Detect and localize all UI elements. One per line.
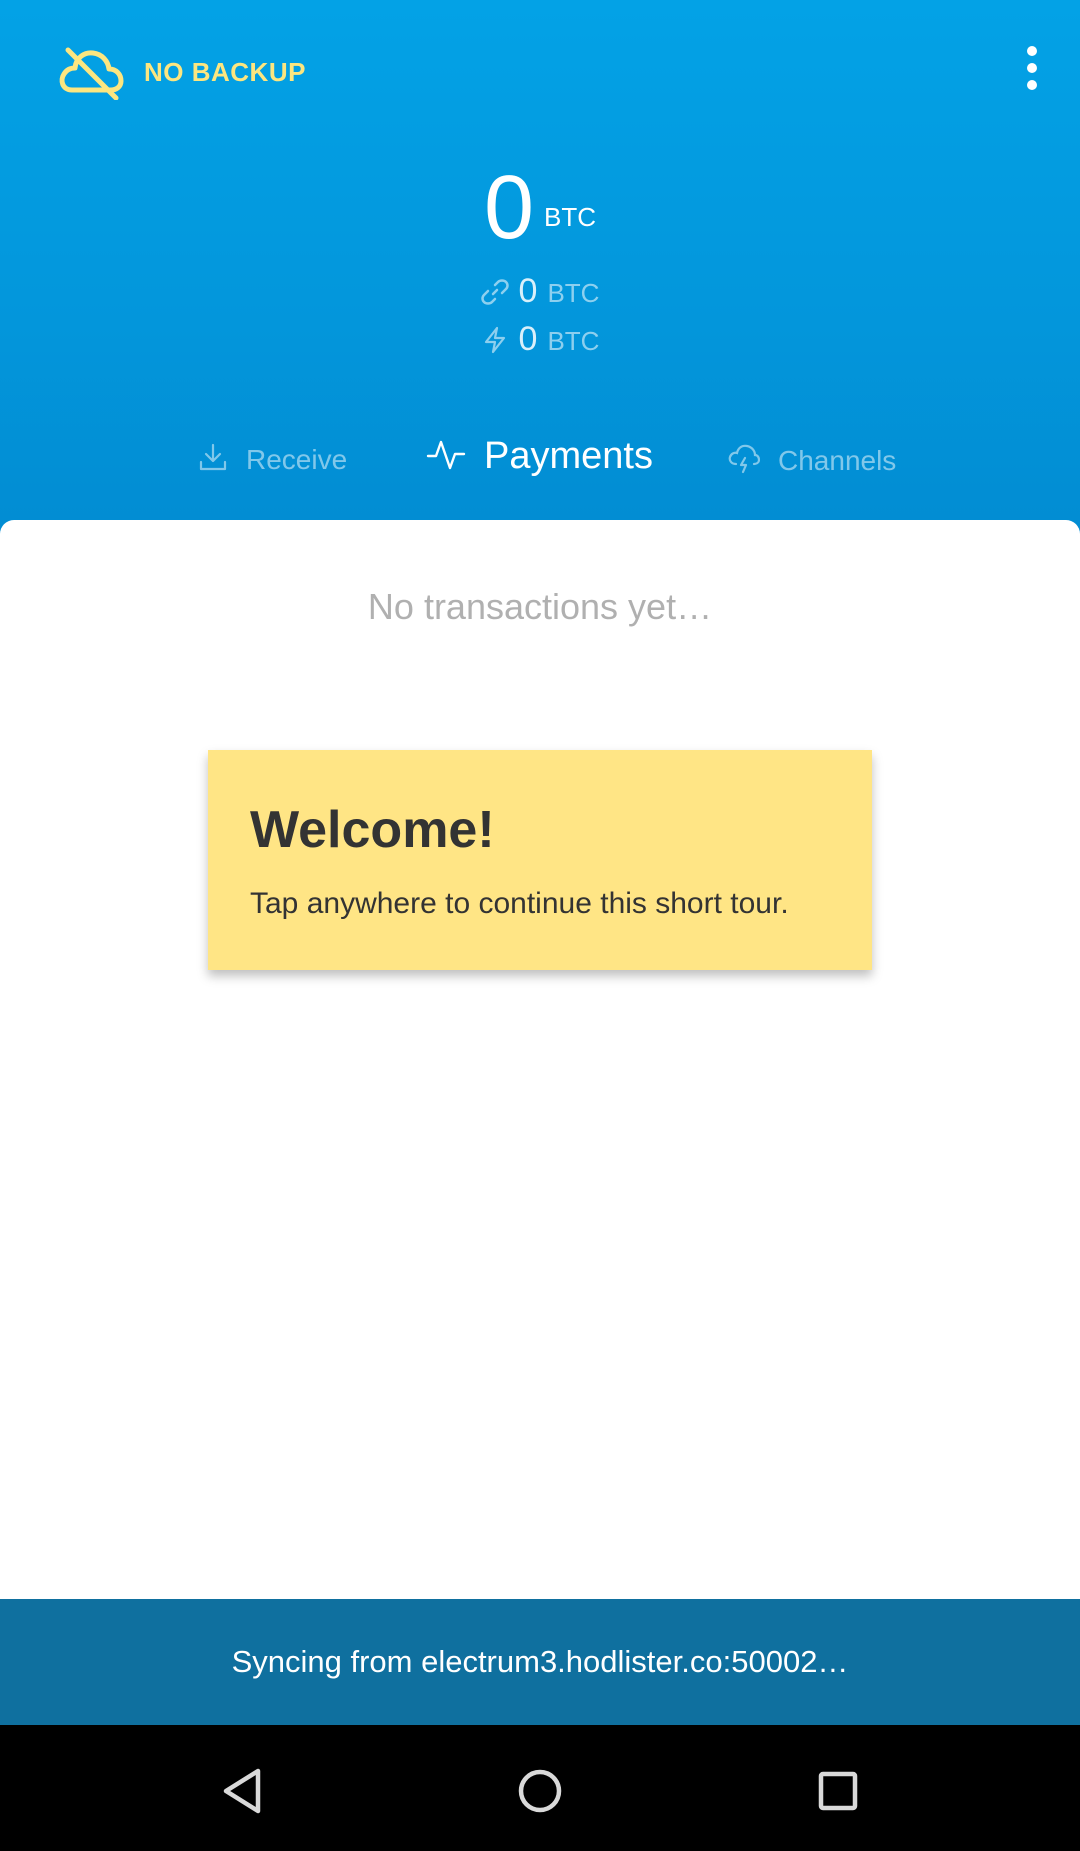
overflow-menu-button[interactable] — [1012, 40, 1052, 100]
nav-back-button[interactable] — [212, 1761, 272, 1821]
tour-text: Tap anywhere to continue this short tour… — [250, 887, 789, 920]
lightning-balance: 0 BTC — [0, 320, 1080, 359]
system-nav-bar — [0, 1725, 1080, 1851]
total-balance-unit: BTC — [544, 202, 597, 232]
onchain-balance-amount: 0 — [518, 272, 538, 310]
lightning-balance-unit: BTC — [547, 326, 600, 356]
download-icon — [198, 442, 228, 477]
main-tabs: Receive Payments Channels — [0, 420, 1080, 500]
home-circle-icon — [510, 1761, 570, 1821]
activity-icon — [426, 434, 466, 479]
tab-receive-label: Receive — [246, 443, 348, 475]
tab-receive[interactable]: Receive — [198, 442, 347, 477]
payments-panel: No transactions yet… Welcome! Tap anywhe… — [0, 520, 1080, 1600]
empty-transactions-message: No transactions yet… — [367, 586, 713, 627]
lightning-balance-amount: 0 — [518, 320, 538, 358]
tab-channels-label: Channels — [778, 444, 897, 476]
recents-square-icon — [808, 1761, 868, 1821]
backup-status-label: NO BACKUP — [144, 56, 306, 87]
tab-channels[interactable]: Channels — [728, 442, 896, 479]
total-balance-amount: 0 — [483, 158, 535, 258]
cloud-off-icon — [58, 44, 124, 100]
tab-payments-label: Payments — [484, 435, 653, 477]
back-triangle-icon — [212, 1761, 272, 1821]
wallet-header: NO BACKUP 0 BTC 0 BTC 0 BTC Receive Paym… — [0, 0, 1080, 540]
onchain-balance: 0 BTC — [0, 272, 1080, 311]
tab-payments[interactable]: Payments — [426, 434, 653, 479]
nav-recents-button[interactable] — [808, 1761, 868, 1821]
link-icon — [480, 278, 509, 306]
cloud-lightning-icon — [728, 442, 761, 479]
onchain-balance-unit: BTC — [547, 278, 600, 308]
sync-status-bar: Syncing from electrum3.hodlister.co:5000… — [0, 1599, 1080, 1725]
nav-home-button[interactable] — [510, 1761, 570, 1821]
more-vert-icon — [1012, 40, 1052, 100]
tour-title: Welcome! — [250, 801, 495, 859]
lightning-icon — [481, 326, 509, 354]
sync-status-text: Syncing from electrum3.hodlister.co:5000… — [231, 1644, 849, 1679]
welcome-tour-card[interactable]: Welcome! Tap anywhere to continue this s… — [208, 750, 872, 970]
total-balance: 0 BTC — [0, 158, 1080, 258]
backup-status-button[interactable]: NO BACKUP — [58, 44, 306, 100]
